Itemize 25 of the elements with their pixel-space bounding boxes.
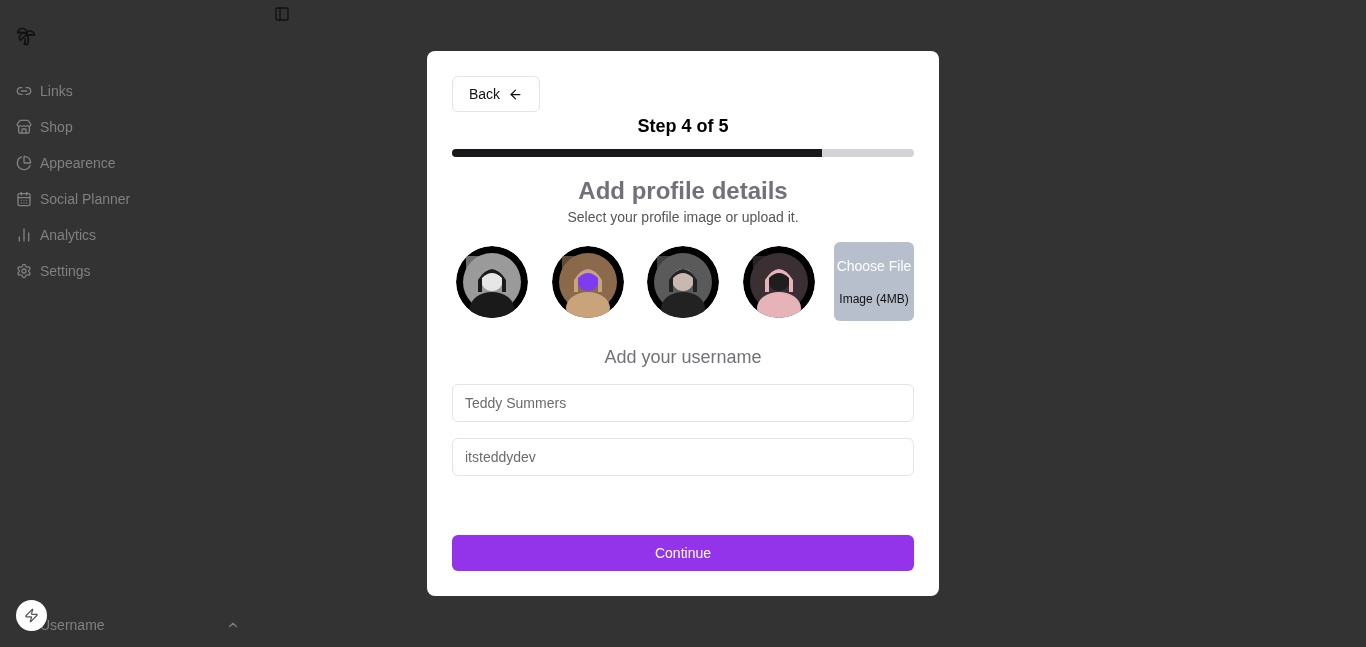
sidebar-toggle-icon[interactable] bbox=[274, 6, 290, 22]
choose-file-button[interactable]: Choose File bbox=[836, 257, 912, 274]
dialog-title: Add profile details bbox=[577, 177, 789, 205]
continue-button[interactable]: Continue bbox=[452, 535, 914, 571]
nav-item[interactable]: Settings bbox=[16, 260, 260, 282]
nav-icon bbox=[16, 263, 32, 279]
nav-item[interactable]: Appearence bbox=[16, 152, 260, 174]
nav-icon bbox=[16, 191, 32, 207]
input-field[interactable]: Teddy Summers bbox=[452, 384, 914, 422]
back-button[interactable]: Back bbox=[452, 76, 541, 112]
dialog-subtitle: Select your profile image or upload it. bbox=[566, 209, 800, 225]
upload-area[interactable]: Choose File Image (4MB) bbox=[834, 242, 914, 321]
input-field[interactable]: itsteddydev bbox=[452, 438, 914, 476]
nav-icon bbox=[16, 119, 32, 135]
nav-item[interactable]: Social Planner bbox=[16, 188, 260, 210]
upload-hint: Image (4MB) bbox=[839, 291, 909, 306]
username-heading: Add your username bbox=[603, 347, 763, 368]
nav-item[interactable]: Analytics bbox=[16, 224, 260, 246]
lightning-icon bbox=[24, 608, 39, 623]
nav-item[interactable]: Links bbox=[16, 80, 260, 102]
nav-icon bbox=[16, 155, 32, 171]
nav-item[interactable]: Shop bbox=[16, 116, 260, 138]
username-label[interactable]: Username bbox=[40, 617, 105, 633]
step-label: Step 4 of 5 bbox=[636, 116, 730, 137]
nav-icon bbox=[16, 227, 32, 243]
